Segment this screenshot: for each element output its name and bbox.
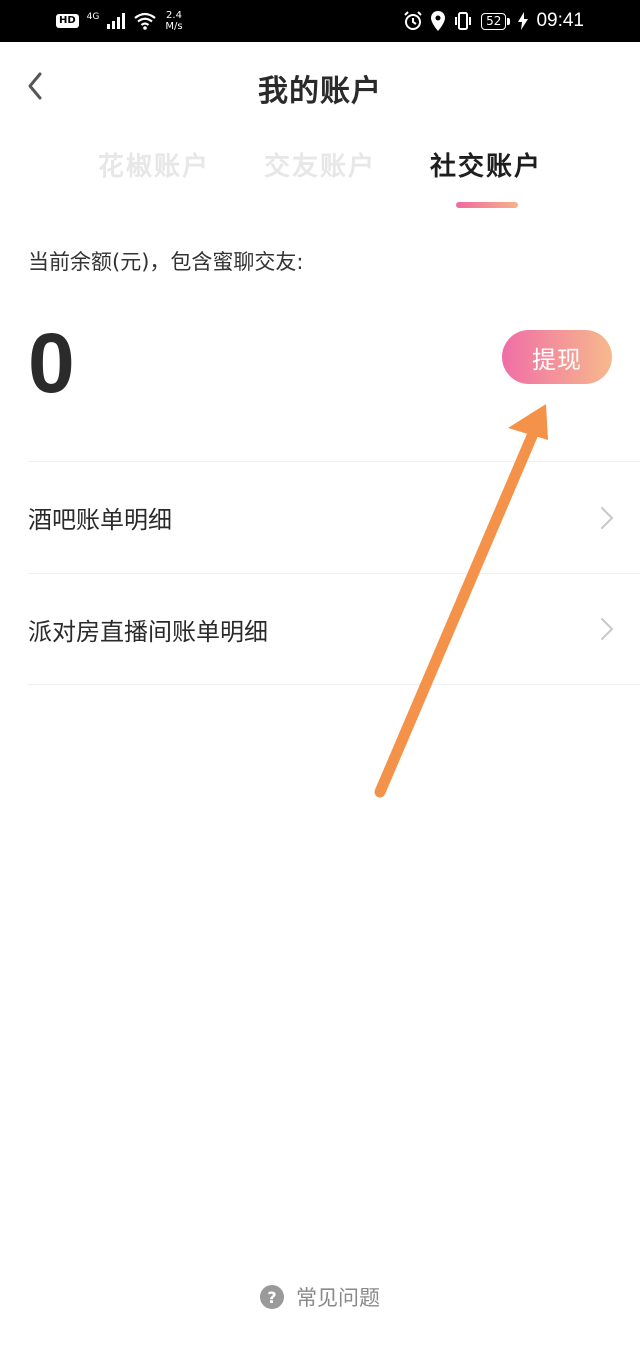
faq-link[interactable]: ? 常见问题 bbox=[0, 1282, 640, 1312]
faq-label: 常见问题 bbox=[296, 1286, 380, 1310]
list-item-label: 派对房直播间账单明细 bbox=[28, 617, 268, 646]
battery-icon: 52 bbox=[481, 12, 511, 30]
tab-social-account[interactable]: 社交账户 bbox=[430, 146, 542, 183]
vibrate-icon bbox=[455, 12, 472, 30]
status-bar: HD 4G 2.4 M/s 52 09:41 bbox=[0, 0, 640, 42]
hd-badge: HD bbox=[56, 14, 79, 28]
chevron-right-icon bbox=[601, 506, 614, 529]
signal-icon bbox=[107, 13, 126, 29]
tab-indicator bbox=[456, 202, 518, 208]
page-title: 我的账户 bbox=[258, 74, 382, 109]
account-tabs: 花椒账户 交友账户 社交账户 bbox=[0, 140, 640, 220]
status-right: 52 09:41 bbox=[403, 10, 584, 32]
tab-dating-account[interactable]: 交友账户 bbox=[264, 146, 376, 183]
header: 我的账户 bbox=[0, 42, 640, 130]
clock: 09:41 bbox=[536, 10, 584, 31]
chevron-right-icon bbox=[601, 618, 614, 640]
network-type: 4G bbox=[86, 11, 100, 22]
alarm-icon bbox=[404, 11, 422, 30]
tab-huajiao-account[interactable]: 花椒账户 bbox=[98, 146, 210, 183]
balance-value: 0 bbox=[28, 316, 75, 410]
status-left: HD 4G 2.4 M/s bbox=[56, 10, 183, 32]
annotation-arrow-icon bbox=[374, 404, 548, 798]
network-speed: 2.4 M/s bbox=[165, 10, 182, 32]
location-icon bbox=[431, 11, 446, 31]
withdraw-button[interactable]: 提现 bbox=[502, 330, 612, 384]
wifi-icon bbox=[134, 12, 157, 30]
speed-value: 2.4 bbox=[166, 10, 182, 21]
balance-label: 当前余额(元)，包含蜜聊交友: bbox=[28, 250, 304, 274]
help-icon: ? bbox=[260, 1285, 284, 1309]
list-item-label: 酒吧账单明细 bbox=[28, 506, 172, 534]
speed-unit: M/s bbox=[165, 21, 183, 32]
charging-icon bbox=[518, 12, 529, 30]
